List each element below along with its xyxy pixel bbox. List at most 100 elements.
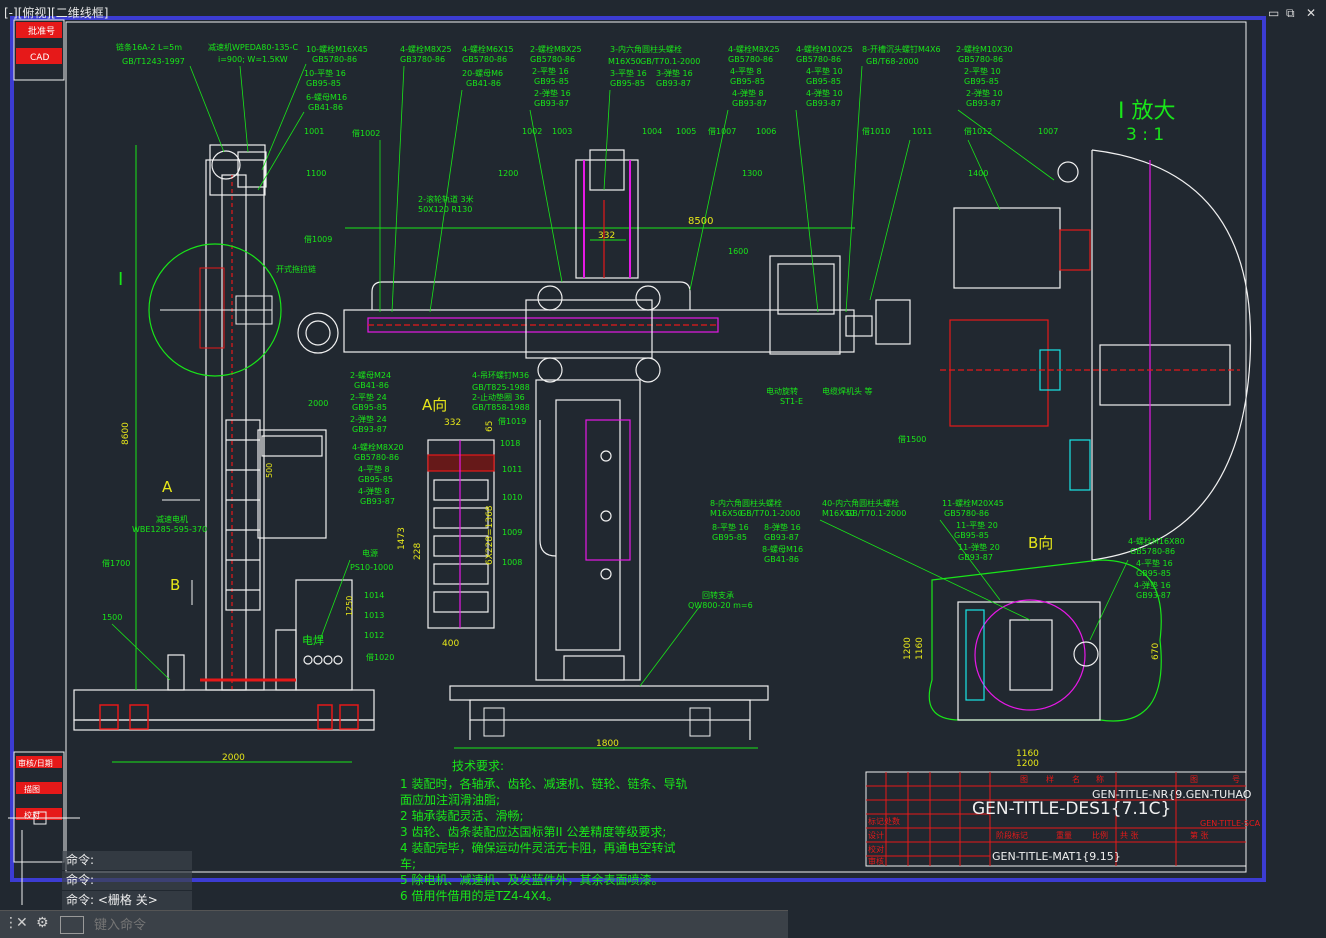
a-bolt-15: 4-弹垫 8 (358, 486, 390, 496)
callout-10: GB41-86 (308, 103, 343, 112)
b-bolt-16: GB95-85 (1136, 569, 1171, 578)
viewport-label[interactable]: [-][俯视][二维线框] (4, 4, 108, 21)
callout-48: 2-弹垫 10 (966, 88, 1003, 98)
b-bolt-10: GB95-85 (954, 531, 989, 540)
command-history-line: 命令: <栅格 关> (62, 891, 192, 910)
callout-41: GB93-87 (806, 99, 841, 108)
dim-400: 400 (442, 639, 459, 649)
tb-mat: GEN-TITLE-MAT1{9.15} (992, 850, 1121, 863)
tb-small-4: 共 张 (1120, 831, 1139, 840)
command-input[interactable] (92, 914, 776, 936)
callout-44: 2-螺栓M10X30 (956, 44, 1013, 54)
cross-saddle (575, 149, 639, 279)
part-22: 1014 (364, 591, 384, 600)
callout-49: GB93-87 (966, 99, 1001, 108)
dim-65: 65 (485, 421, 495, 432)
callout-16: GB41-86 (466, 79, 501, 88)
tech-line-1: 1 装配时，各轴承、齿轮、减速机、链轮、链条、导轨 (400, 776, 687, 791)
tech-line-2: 面应加注润滑油脂; (400, 792, 500, 807)
sheet-frame (10, 16, 1266, 882)
command-history: 命令: 命令: 命令: <栅格 关> (62, 851, 192, 911)
dim-1200: 1200 (1016, 759, 1039, 769)
center-wheels (483, 707, 711, 737)
b-bolt-2: M16X50 (710, 509, 743, 518)
part-30: 1009 (502, 528, 522, 537)
a-bolt-16: GB93-87 (360, 497, 395, 506)
part-16: 1400 (968, 169, 988, 178)
a-bolt-10: GB/T858-1988 (472, 403, 530, 412)
callout-28: GB95-85 (610, 79, 645, 88)
power-label: 电源 (362, 548, 378, 558)
detail-scale: 3 : 1 (1126, 125, 1164, 145)
restore-icon[interactable]: ⧉ (1286, 6, 1295, 21)
dim-1160b: 1160 (915, 637, 925, 660)
b-bolt-12: GB93-87 (958, 553, 993, 562)
drawing-viewport[interactable]: 批准号 CAD 审核/日期 描图 校对 8600 2000 I A B 8500… (0, 0, 1326, 910)
part-31: 1008 (502, 558, 522, 567)
b-bolt-15: 4-平垫 16 (1136, 558, 1173, 568)
b-bolt-20: GB95-85 (712, 533, 747, 542)
dim-1160: 1160 (1016, 749, 1039, 759)
part-15: 1300 (742, 169, 762, 178)
dim-1200b: 1200 (903, 637, 913, 660)
dim-8600: 8600 (121, 422, 131, 445)
a-bolt-6: GB93-87 (352, 425, 387, 434)
tb-nr: GEN-TITLE-NR{9.GEN-TUHAO (1092, 788, 1252, 801)
part-9: 1006 (756, 127, 776, 136)
view-label-a: A向 (422, 396, 447, 414)
tb-row-3: 校对 (868, 844, 884, 854)
b-bolt-7: 11-螺栓M20X45 (942, 498, 1004, 508)
part-10: 借1010 (862, 126, 890, 136)
a-bolt-8: GB/T825-1988 (472, 383, 530, 392)
tech-line-4: 3 齿轮、齿条装配应达国标第II 公差精度等级要求; (400, 824, 666, 839)
dim-1250: 1250 (345, 596, 354, 616)
part-23: 1013 (364, 611, 384, 620)
part-18: 借1009 (304, 234, 332, 244)
part-25: 借1020 (366, 652, 394, 662)
part-17: 1600 (728, 247, 748, 256)
side-label-1: 批准号 (28, 25, 55, 37)
close-command-icon[interactable]: ✕ (16, 915, 28, 931)
minimize-icon[interactable]: ▭ (1268, 6, 1279, 20)
callout-15: 20-螺母M6 (462, 68, 503, 78)
tech-line-6: 车; (400, 856, 416, 871)
callout-38: 4-平垫 10 (806, 66, 843, 76)
motor-code: WBE1285-595-370 (132, 525, 207, 534)
callout-34: 4-弹垫 8 (732, 88, 764, 98)
b-bolt-24: GB41-86 (764, 555, 799, 564)
inner-frame (65, 21, 1247, 873)
part-11: 1011 (912, 127, 932, 136)
part-8: 借1007 (708, 126, 736, 136)
callout-2: GB/T1243-1997 (122, 57, 185, 66)
power-code: PS10-1000 (350, 563, 393, 572)
mast-assembly (73, 144, 375, 731)
b-bolt-23: 8-螺母M16 (762, 544, 803, 554)
callout-33: GB95-85 (730, 77, 765, 86)
dim-1800: 1800 (596, 739, 619, 749)
callout-8: GB95-85 (306, 79, 341, 88)
customize-icon[interactable]: ⚙ (36, 915, 49, 931)
a-bolt-13: 4-平垫 8 (358, 464, 390, 474)
close-viewport-icon[interactable]: ✕ (1306, 6, 1316, 20)
side-bottom-1: 审核/日期 (18, 758, 53, 768)
b-bolt-19: 8-平垫 16 (712, 522, 749, 532)
part-5: 1003 (552, 127, 572, 136)
callout-6: GB5780-86 (312, 55, 357, 64)
tb-small-1: 阶段标记 (996, 830, 1028, 840)
part-27: 1018 (500, 439, 520, 448)
b-bolt-14: GB5780-86 (1130, 547, 1175, 556)
callout-32: 4-平垫 8 (730, 66, 762, 76)
callout-13: 4-螺栓M6X15 (462, 44, 514, 54)
tech-requirements: 技术要求: 1 装配时，各轴承、齿轮、减速机、链轮、链条、导轨 面应加注润滑油脂… (400, 759, 687, 903)
dim-1473: 1473 (397, 527, 407, 550)
tb-header-6: 号 (1232, 775, 1240, 784)
tb-small-3: 比例 (1092, 830, 1108, 840)
callout-45: GB5780-86 (958, 55, 1003, 64)
dim-500: 500 (265, 463, 274, 478)
callout-25: GB/T70.1-2000 (640, 57, 700, 66)
motor-label: 减速电机 (156, 514, 188, 524)
command-prompt-icon[interactable] (60, 916, 84, 934)
a-bolt-7: 4-吊环螺钉M36 (472, 370, 529, 380)
b-bolt-9: 11-平垫 20 (956, 520, 998, 530)
callout-3: 减速机WPEDA80-135-C (208, 42, 299, 52)
